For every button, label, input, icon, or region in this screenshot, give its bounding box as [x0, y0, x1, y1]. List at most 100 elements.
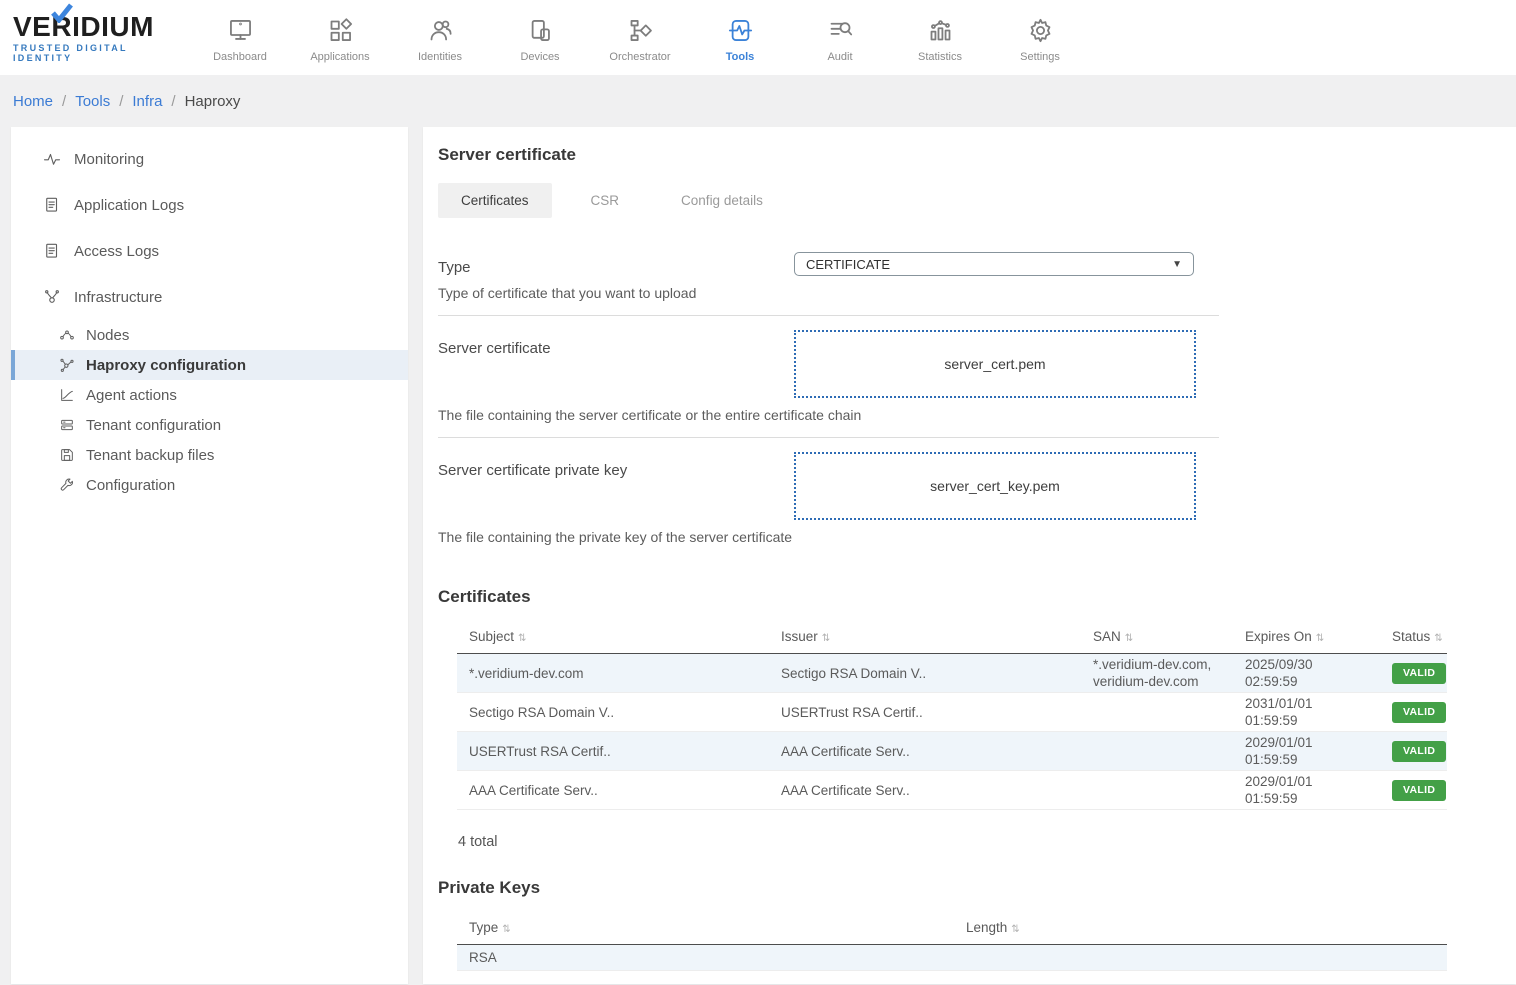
- cell-issuer: AAA Certificate Serv..: [769, 771, 1081, 810]
- chevron-down-icon: ▼: [1172, 259, 1182, 270]
- sort-icon: ⇅: [1125, 633, 1133, 644]
- sidebar-item-access-logs[interactable]: Access Logs: [11, 228, 408, 274]
- breadcrumb-link-home[interactable]: Home: [13, 93, 53, 110]
- sort-icon: ⇅: [822, 633, 830, 644]
- sidebar-item-label: Tenant backup files: [86, 447, 214, 464]
- server-certificate-dropzone[interactable]: server_cert.pem: [794, 330, 1196, 398]
- nav-item-statistics[interactable]: Statistics: [890, 13, 990, 63]
- form-row-server-certificate: Server certificate server_cert.pem The f…: [438, 316, 1219, 438]
- sidebar-item-label: Access Logs: [74, 243, 159, 260]
- nav-item-label: Tools: [726, 51, 755, 63]
- table-row[interactable]: RSA: [457, 945, 1447, 971]
- status-badge: VALID: [1392, 663, 1446, 684]
- monitoring-icon: [43, 150, 61, 168]
- private-keys-table: Type⇅ Length⇅ RSA: [457, 912, 1447, 971]
- column-header-subject[interactable]: Subject⇅: [457, 621, 769, 654]
- sort-icon: ⇅: [502, 924, 510, 935]
- sidebar-item-application-logs[interactable]: Application Logs: [11, 182, 408, 228]
- nav-item-label: Audit: [827, 51, 852, 63]
- cell-subject: AAA Certificate Serv..: [457, 771, 769, 810]
- form-row-private-key: Server certificate private key server_ce…: [438, 438, 1219, 559]
- tools-icon: [727, 17, 754, 44]
- graph-icon: [59, 357, 75, 373]
- column-header-length[interactable]: Length⇅: [954, 912, 1447, 945]
- main-panel: Server certificate Certificates CSR Conf…: [423, 127, 1516, 984]
- certificate-type-select[interactable]: CERTIFICATE ▼: [794, 252, 1194, 276]
- sidebar-item-label: Nodes: [86, 327, 129, 344]
- wrench-icon: [59, 477, 75, 493]
- sidebar-item-label: Monitoring: [74, 151, 144, 168]
- breadcrumb-link-tools[interactable]: Tools: [75, 93, 110, 110]
- logo-tagline: TRUSTED DIGITAL IDENTITY: [13, 43, 190, 63]
- breadcrumb-link-infra[interactable]: Infra: [132, 93, 162, 110]
- sidebar: Monitoring Application Logs Access Logs …: [11, 127, 408, 984]
- sidebar-item-agent-actions[interactable]: Agent actions: [11, 380, 408, 410]
- column-header-expires-on[interactable]: Expires On⇅: [1233, 621, 1380, 654]
- column-header-status[interactable]: Status⇅: [1380, 621, 1447, 654]
- nav-item-applications[interactable]: Applications: [290, 13, 390, 63]
- nav-item-orchestrator[interactable]: Orchestrator: [590, 13, 690, 63]
- nav-item-label: Applications: [310, 51, 369, 63]
- sidebar-item-label: Application Logs: [74, 197, 184, 214]
- column-header-san[interactable]: SAN⇅: [1081, 621, 1233, 654]
- tab-csr[interactable]: CSR: [568, 183, 643, 218]
- private-key-dropzone[interactable]: server_cert_key.pem: [794, 452, 1196, 520]
- sort-icon: ⇅: [1011, 924, 1019, 935]
- sidebar-item-infrastructure[interactable]: Infrastructure: [11, 274, 408, 320]
- table-row[interactable]: USERTrust RSA Certif.. AAA Certificate S…: [457, 732, 1447, 771]
- private-key-help-text: The file containing the private key of t…: [438, 529, 1219, 545]
- sort-icon: ⇅: [518, 633, 526, 644]
- table-row[interactable]: *.veridium-dev.com Sectigo RSA Domain V.…: [457, 654, 1447, 693]
- infrastructure-icon: [43, 288, 61, 306]
- cell-expires: 2029/01/01 01:59:59: [1233, 771, 1380, 810]
- tabs: Certificates CSR Config details: [438, 183, 1516, 218]
- sort-icon: ⇅: [1316, 633, 1324, 644]
- sidebar-item-tenant-configuration[interactable]: Tenant configuration: [11, 410, 408, 440]
- cell-expires: 2031/01/01 01:59:59: [1233, 693, 1380, 732]
- top-navigation: VERIDIUM TRUSTED DIGITAL IDENTITY Dashbo…: [0, 0, 1516, 75]
- nav-item-audit[interactable]: Audit: [790, 13, 890, 63]
- table-row[interactable]: AAA Certificate Serv.. AAA Certificate S…: [457, 771, 1447, 810]
- logo-checkmark-icon: [50, 3, 74, 23]
- sidebar-item-haproxy-configuration[interactable]: Haproxy configuration: [11, 350, 408, 380]
- status-badge: VALID: [1392, 780, 1446, 801]
- private-key-filename: server_cert_key.pem: [930, 478, 1060, 494]
- devices-icon: [527, 17, 554, 44]
- sidebar-item-label: Agent actions: [86, 387, 177, 404]
- applications-icon: [327, 17, 354, 44]
- column-header-issuer[interactable]: Issuer⇅: [769, 621, 1081, 654]
- sidebar-item-label: Configuration: [86, 477, 175, 494]
- cell-subject: USERTrust RSA Certif..: [457, 732, 769, 771]
- nav-items: Dashboard Applications Identities Device…: [190, 13, 1090, 63]
- tab-certificates[interactable]: Certificates: [438, 183, 552, 218]
- server-certificate-help-text: The file containing the server certifica…: [438, 407, 1219, 423]
- tab-config-details[interactable]: Config details: [658, 183, 786, 218]
- sidebar-item-label: Infrastructure: [74, 289, 162, 306]
- nav-item-label: Statistics: [918, 51, 962, 63]
- column-header-type[interactable]: Type⇅: [457, 912, 954, 945]
- nav-item-settings[interactable]: Settings: [990, 13, 1090, 63]
- cell-subject: Sectigo RSA Domain V..: [457, 693, 769, 732]
- sidebar-item-configuration[interactable]: Configuration: [11, 470, 408, 500]
- certificate-type-value: CERTIFICATE: [806, 257, 890, 272]
- certificates-section-title: Certificates: [438, 587, 1516, 607]
- nav-item-tools[interactable]: Tools: [690, 13, 790, 63]
- nav-item-label: Orchestrator: [609, 51, 670, 63]
- sidebar-item-tenant-backup-files[interactable]: Tenant backup files: [11, 440, 408, 470]
- sidebar-item-monitoring[interactable]: Monitoring: [11, 136, 408, 182]
- nav-item-devices[interactable]: Devices: [490, 13, 590, 63]
- table-row[interactable]: Sectigo RSA Domain V.. USERTrust RSA Cer…: [457, 693, 1447, 732]
- document-icon: [43, 196, 61, 214]
- orchestrator-icon: [627, 17, 654, 44]
- cell-san: *.veridium-dev.com, veridium-dev.com: [1081, 654, 1233, 693]
- cell-san: [1081, 732, 1233, 771]
- status-badge: VALID: [1392, 702, 1446, 723]
- veridium-logo[interactable]: VERIDIUM TRUSTED DIGITAL IDENTITY: [0, 13, 190, 63]
- floppy-icon: [59, 447, 75, 463]
- cell-issuer: USERTrust RSA Certif..: [769, 693, 1081, 732]
- sidebar-item-nodes[interactable]: Nodes: [11, 320, 408, 350]
- breadcrumb-separator: /: [62, 93, 66, 110]
- nav-item-identities[interactable]: Identities: [390, 13, 490, 63]
- nav-item-dashboard[interactable]: Dashboard: [190, 13, 290, 63]
- certificates-table: Subject⇅ Issuer⇅ SAN⇅ Expires On⇅ Status…: [457, 621, 1447, 810]
